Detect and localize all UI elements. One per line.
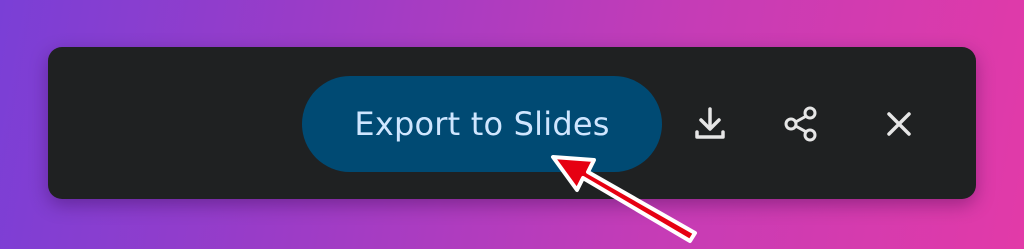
share-button[interactable] xyxy=(777,100,825,148)
download-icon xyxy=(693,106,727,142)
close-button[interactable] xyxy=(875,100,923,148)
download-button[interactable] xyxy=(686,100,734,148)
export-to-slides-button[interactable]: Export to Slides xyxy=(302,76,662,172)
close-icon xyxy=(884,109,914,139)
share-icon xyxy=(782,105,820,143)
export-button-label: Export to Slides xyxy=(354,105,610,143)
